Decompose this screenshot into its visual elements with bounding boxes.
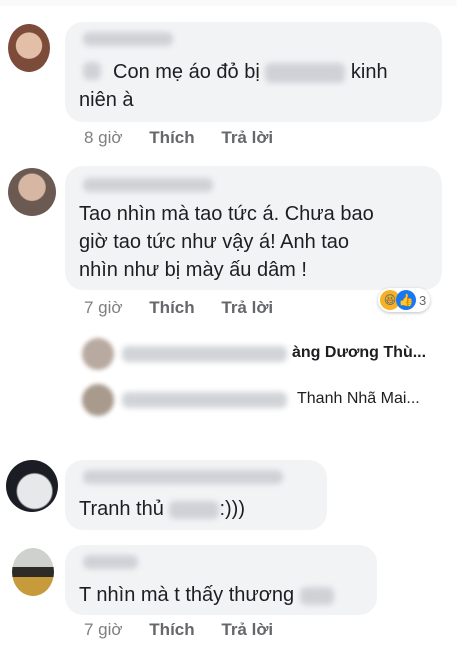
comment-meta: 7 giờ Thích Trả lời	[84, 298, 273, 318]
comment-text-line3: nhìn như bị mày ấu dâm !	[79, 259, 307, 281]
reply-item[interactable]: Thanh Nhã Mai...	[82, 382, 452, 418]
reply-link[interactable]: Trả lời	[221, 620, 273, 639]
reply-item[interactable]: àng Dương Thù...	[82, 336, 452, 372]
comment-text: Tranh thủ :)))	[79, 498, 245, 520]
like-reaction-icon: 👍	[396, 290, 416, 310]
commenter-name-blurred[interactable]	[83, 32, 173, 46]
timestamp[interactable]: 7 giờ	[84, 620, 123, 639]
censored-word	[265, 62, 346, 83]
comment-text-line2: giờ tao tức như vậy á! Anh tao	[79, 231, 350, 253]
top-divider-fragment	[0, 0, 457, 6]
comment-text: T nhìn mà t thấy thương	[79, 581, 334, 610]
comment-bubble: Tao nhìn mà tao tức á. Chưa bao giờ tao …	[65, 166, 442, 290]
comment-avatar[interactable]	[6, 460, 58, 512]
like-link[interactable]: Thích	[149, 128, 194, 147]
comment-bubble: T nhìn mà t thấy thương	[65, 545, 377, 615]
like-link[interactable]: Thích	[149, 298, 194, 317]
comment-avatar[interactable]	[12, 548, 54, 596]
comment-text: Con mẹ áo đỏ bị kinh	[113, 61, 388, 83]
reaction-badge[interactable]: 😆 👍 3	[378, 288, 431, 312]
reply-preview: Thanh Nhã Mai...	[297, 390, 420, 407]
reaction-count: 3	[419, 292, 427, 308]
reply-avatar	[82, 384, 114, 416]
reply-link[interactable]: Trả lời	[221, 128, 273, 147]
censored-word	[169, 500, 220, 519]
comment-avatar[interactable]	[8, 24, 50, 72]
comment-text-line2: niên à	[79, 89, 134, 111]
reply-name-blurred	[122, 346, 287, 362]
reply-avatar	[82, 338, 114, 370]
timestamp[interactable]: 7 giờ	[84, 298, 123, 317]
like-link[interactable]: Thích	[149, 620, 194, 639]
commenter-name-blurred[interactable]	[83, 555, 138, 569]
reply-preview: àng Dương Thù...	[292, 344, 427, 361]
commenter-name-blurred[interactable]	[83, 178, 213, 192]
comment-meta: 7 giờ Thích Trả lời	[84, 620, 273, 640]
comment-bubble: Tranh thủ :)))	[65, 460, 327, 530]
blurred-icon	[83, 62, 101, 80]
reply-name-blurred	[122, 392, 287, 408]
comment-text-line1: Tao nhìn mà tao tức á. Chưa bao	[79, 203, 374, 225]
commenter-name-blurred[interactable]	[83, 470, 283, 484]
timestamp[interactable]: 8 giờ	[84, 128, 123, 147]
comment-meta: 8 giờ Thích Trả lời	[84, 128, 273, 148]
censored-word	[299, 586, 334, 605]
comment-bubble: Con mẹ áo đỏ bị kinh niên à	[65, 22, 442, 122]
reply-link[interactable]: Trả lời	[221, 298, 273, 317]
comment-avatar[interactable]	[8, 168, 56, 216]
